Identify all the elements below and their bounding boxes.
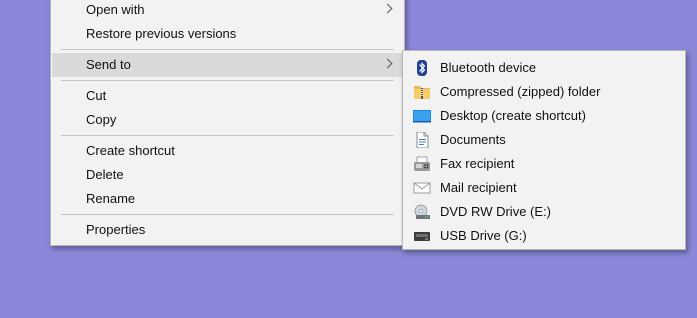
menu-item-label: Send to	[86, 57, 131, 72]
send-to-item-label: Desktop (create shortcut)	[440, 108, 586, 123]
menu-item-copy[interactable]: Copy	[52, 108, 403, 132]
send-to-item-label: USB Drive (G:)	[440, 228, 527, 243]
send-to-item-label: Bluetooth device	[440, 60, 537, 75]
send-to-desktop[interactable]: Desktop (create shortcut)	[404, 104, 684, 128]
send-to-dvd-rw-drive[interactable]: DVD RW Drive (E:)	[404, 200, 684, 224]
menu-item-label: Rename	[86, 191, 136, 206]
menu-item-label: Copy	[86, 112, 117, 127]
documents-icon	[413, 131, 431, 149]
menu-item-label: Properties	[86, 222, 146, 237]
usb-drive-icon	[413, 228, 431, 244]
send-to-documents[interactable]: Documents	[404, 128, 684, 152]
menu-item-delete[interactable]: Delete	[52, 163, 403, 187]
menu-item-open-with[interactable]: Open with	[52, 0, 403, 22]
menu-item-label: Restore previous versions	[86, 26, 237, 41]
menu-item-label: Create shortcut	[86, 143, 175, 158]
menu-item-send-to[interactable]: Send to	[52, 53, 403, 77]
send-to-item-label: Compressed (zipped) folder	[440, 84, 601, 99]
context-menu: Open with Restore previous versions Send…	[50, 0, 405, 246]
chevron-right-icon	[382, 58, 393, 69]
menu-separator	[61, 214, 394, 215]
menu-separator	[61, 49, 394, 50]
chevron-right-icon	[382, 3, 393, 14]
fax-icon	[413, 156, 431, 172]
mail-icon	[413, 180, 431, 196]
bluetooth-icon	[413, 60, 431, 76]
send-to-item-label: DVD RW Drive (E:)	[440, 204, 551, 219]
menu-item-properties[interactable]: Properties	[52, 218, 403, 242]
send-to-item-label: Fax recipient	[440, 156, 515, 171]
send-to-mail-recipient[interactable]: Mail recipient	[404, 176, 684, 200]
desktop-icon	[413, 108, 431, 124]
send-to-item-label: Documents	[440, 132, 506, 147]
zip-folder-icon	[413, 84, 431, 100]
menu-item-label: Delete	[86, 167, 124, 182]
menu-item-label: Open with	[86, 2, 145, 17]
send-to-submenu: Bluetooth device Compressed (zipped) fol…	[402, 50, 686, 250]
menu-item-rename[interactable]: Rename	[52, 187, 403, 211]
menu-item-label: Cut	[86, 88, 107, 103]
dvd-drive-icon	[413, 204, 431, 220]
send-to-usb-drive[interactable]: USB Drive (G:)	[404, 224, 684, 248]
menu-item-create-shortcut[interactable]: Create shortcut	[52, 139, 403, 163]
menu-item-cut[interactable]: Cut	[52, 84, 403, 108]
send-to-compressed-folder[interactable]: Compressed (zipped) folder	[404, 80, 684, 104]
send-to-item-label: Mail recipient	[440, 180, 517, 195]
send-to-bluetooth-device[interactable]: Bluetooth device	[404, 56, 684, 80]
send-to-fax-recipient[interactable]: Fax recipient	[404, 152, 684, 176]
menu-item-restore-previous-versions[interactable]: Restore previous versions	[52, 22, 403, 46]
menu-separator	[61, 80, 394, 81]
menu-separator	[61, 135, 394, 136]
